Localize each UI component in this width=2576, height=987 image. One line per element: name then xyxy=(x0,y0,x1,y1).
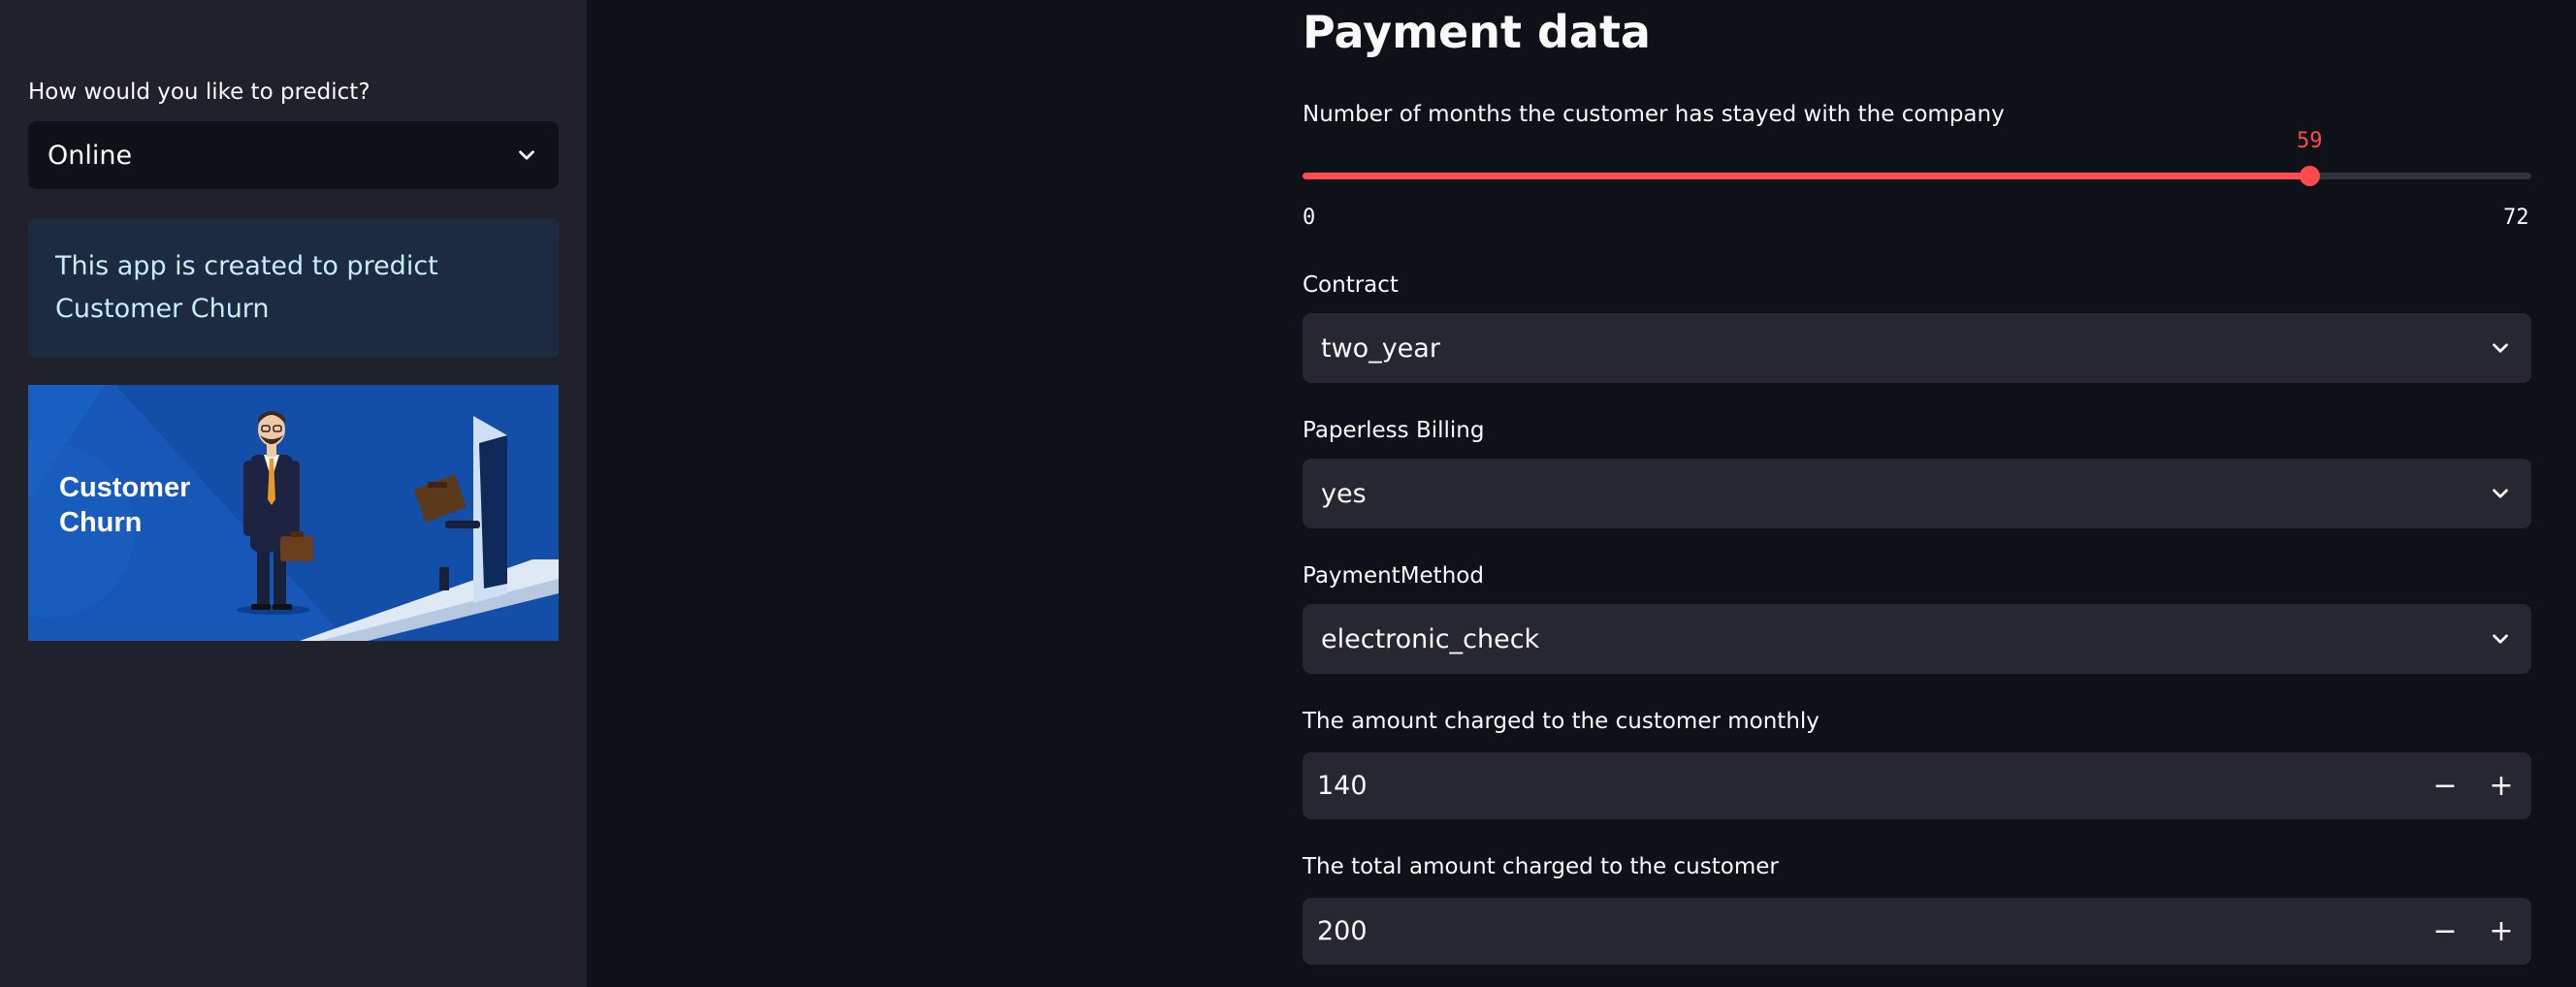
monthly-charges-input[interactable] xyxy=(1303,752,2417,819)
contract-label: Contract xyxy=(1303,272,1399,298)
predict-mode-label: How would you like to predict? xyxy=(28,80,370,105)
customer-churn-banner-image: Customer Churn xyxy=(28,385,559,641)
chevron-down-icon xyxy=(519,150,534,160)
paperless-billing-select[interactable]: yes xyxy=(1303,459,2531,528)
chevron-down-icon xyxy=(2493,343,2508,353)
total-charges-decrement-button[interactable]: − xyxy=(2417,898,2473,965)
chevron-down-icon xyxy=(2493,489,2508,498)
monthly-charges-increment-button[interactable]: + xyxy=(2473,752,2529,819)
info-alert-text: This app is created to predict Customer … xyxy=(55,251,438,324)
sidebar: How would you like to predict? Online Th… xyxy=(0,0,587,987)
tenure-slider-thumb[interactable] xyxy=(2300,166,2321,186)
paperless-billing-value: yes xyxy=(1321,478,1367,509)
tenure-slider[interactable]: 59 xyxy=(1303,129,2531,186)
banner-title-line-2: Churn xyxy=(59,507,143,538)
contract-select-value: two_year xyxy=(1321,333,1440,364)
predict-mode-select[interactable]: Online xyxy=(28,121,559,189)
payment-method-select[interactable]: electronic_check xyxy=(1303,604,2531,674)
paperless-billing-label: Paperless Billing xyxy=(1303,418,1485,443)
app-root: How would you like to predict? Online Th… xyxy=(0,0,2576,987)
contract-select[interactable]: two_year xyxy=(1303,313,2531,383)
info-alert: This app is created to predict Customer … xyxy=(28,218,559,358)
tenure-slider-value: 59 xyxy=(2296,129,2323,153)
banner-title: Customer Churn xyxy=(59,470,190,540)
tenure-label: Number of months the customer has stayed… xyxy=(1303,102,2005,127)
monthly-charges-label: The amount charged to the customer month… xyxy=(1303,709,1819,734)
total-charges-label: The total amount charged to the customer xyxy=(1303,854,1779,879)
payment-method-value: electronic_check xyxy=(1321,623,1540,654)
total-charges-input[interactable] xyxy=(1303,898,2417,965)
predict-mode-value: Online xyxy=(48,140,133,171)
banner-title-line-1: Customer xyxy=(59,472,191,503)
monthly-charges-number-input: − + xyxy=(1303,752,2531,819)
tenure-slider-min: 0 xyxy=(1303,206,1316,230)
payment-method-label: PaymentMethod xyxy=(1303,563,1484,589)
chevron-down-icon xyxy=(2493,634,2508,644)
total-charges-increment-button[interactable]: + xyxy=(2473,898,2529,965)
tenure-slider-max: 72 xyxy=(2503,206,2529,230)
monthly-charges-decrement-button[interactable]: − xyxy=(2417,752,2473,819)
tenure-slider-fill xyxy=(1303,173,2310,179)
page-title: Payment data xyxy=(1303,6,1651,58)
total-charges-number-input: − + xyxy=(1303,898,2531,965)
